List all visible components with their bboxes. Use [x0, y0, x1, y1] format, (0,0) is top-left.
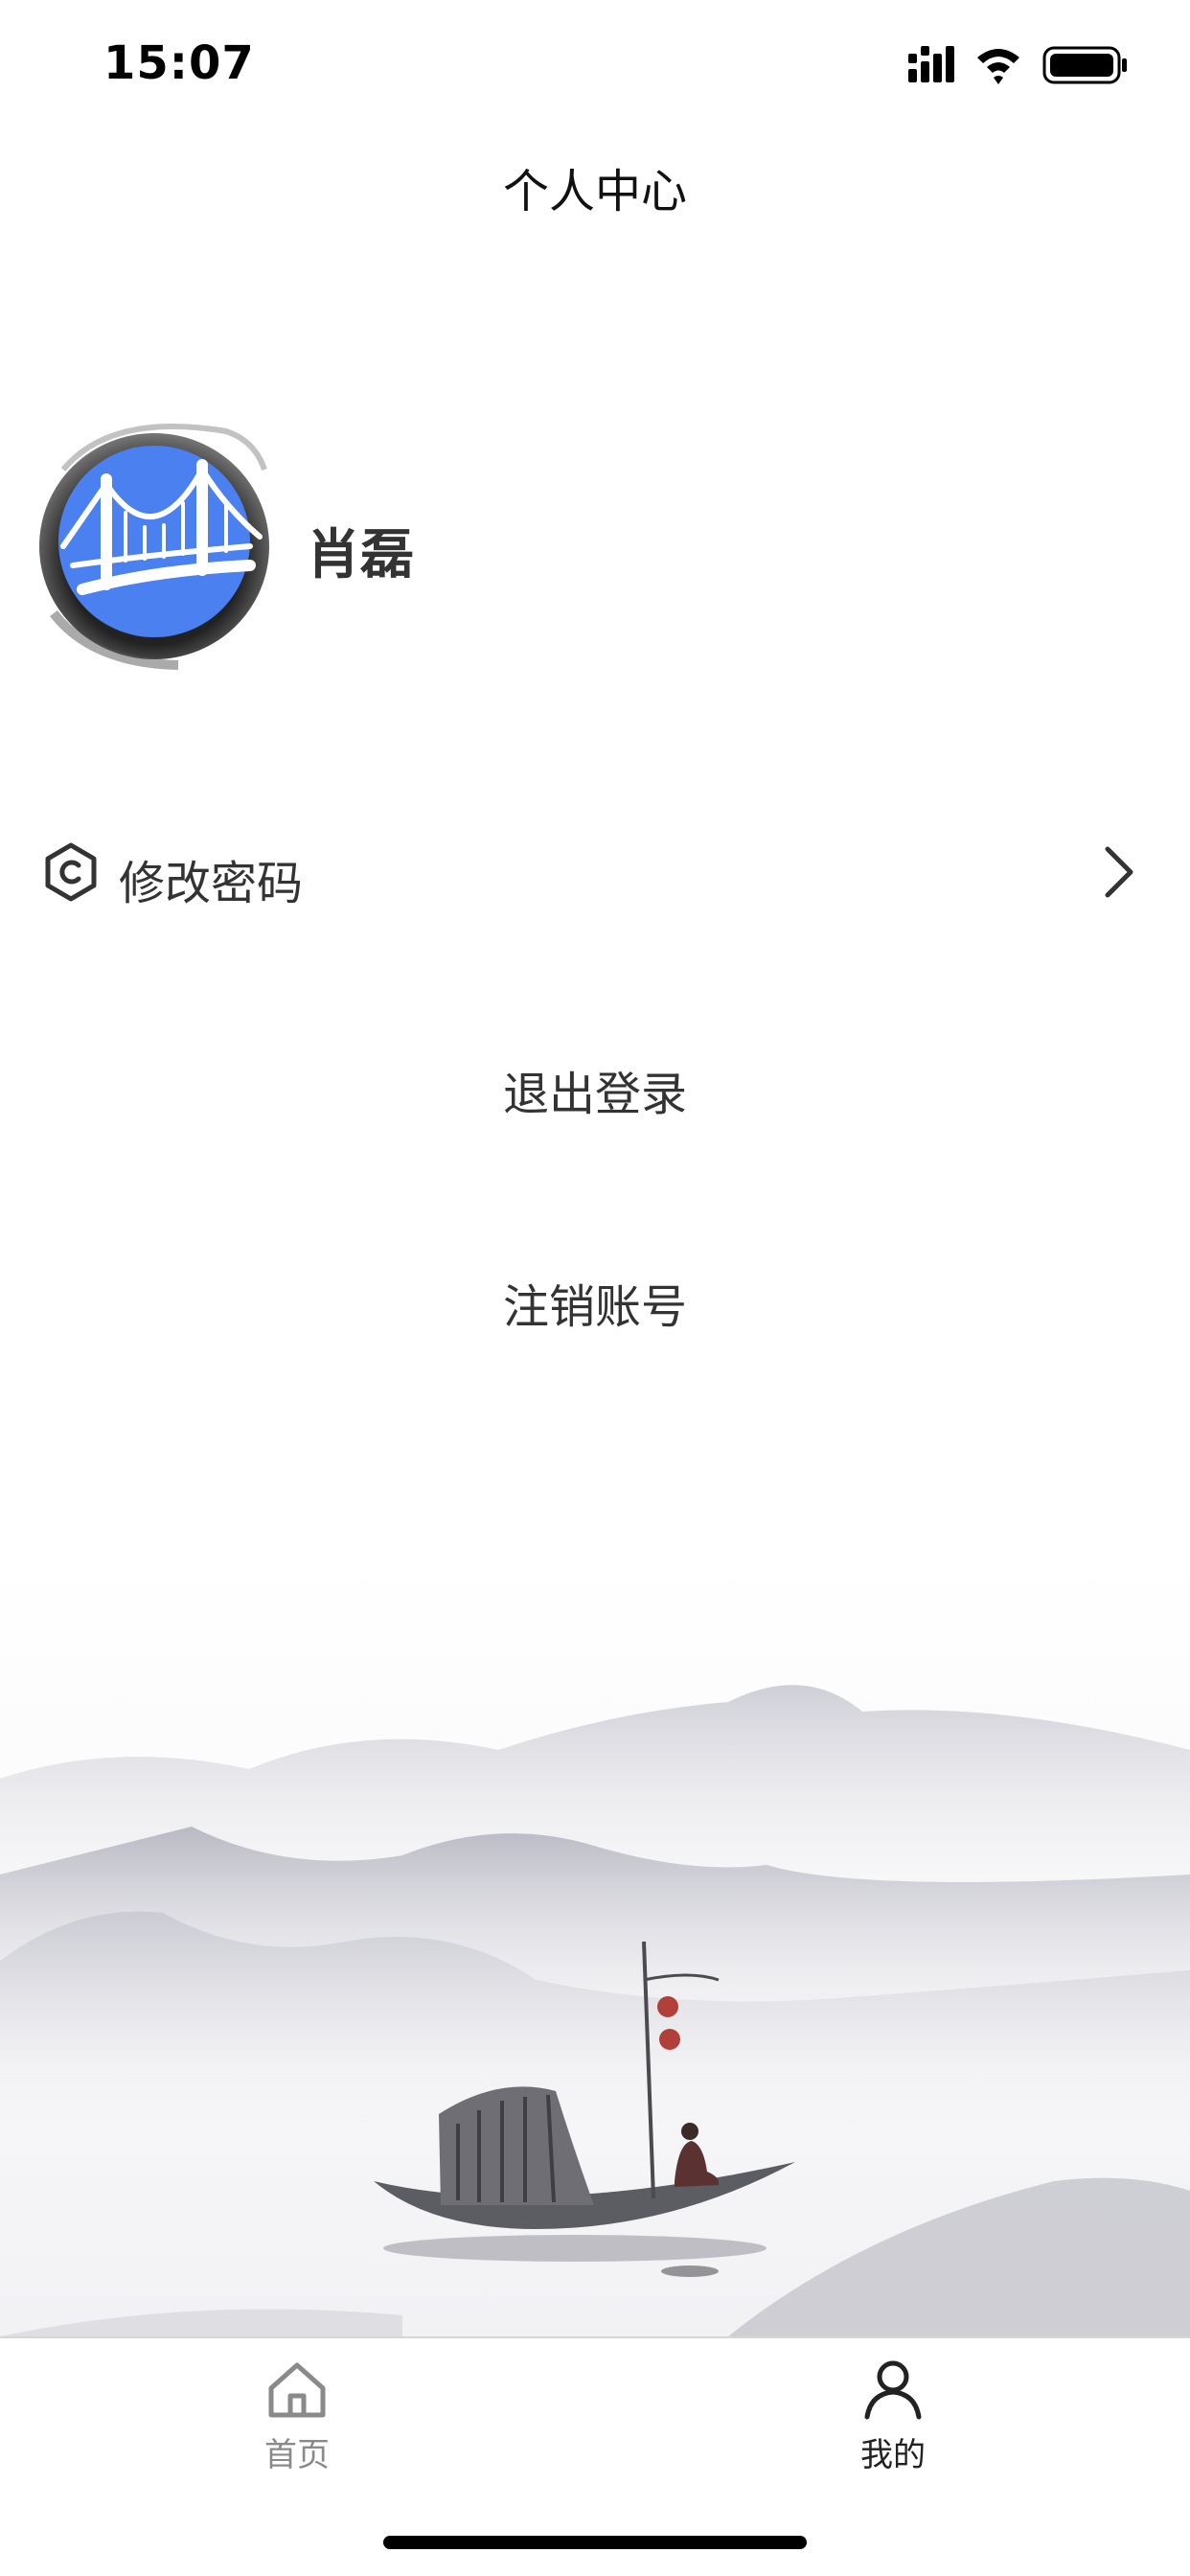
tab-home-label: 首页 — [264, 2436, 330, 2474]
home-icon — [268, 2362, 326, 2418]
tab-mine[interactable]: 我的 — [797, 2356, 989, 2480]
chevron-right-icon — [1105, 846, 1133, 898]
password-hex-icon — [45, 842, 97, 902]
tab-home[interactable]: 首页 — [201, 2356, 393, 2480]
page-title: 个人中心 — [502, 165, 687, 218]
logout-button[interactable]: 退出登录 — [0, 1056, 1190, 1123]
wifi-icon — [977, 49, 1019, 84]
change-password-item[interactable]: 修改密码 — [0, 824, 1190, 920]
ink-landscape-image — [0, 1558, 1190, 2336]
home-indicator[interactable] — [383, 2536, 807, 2549]
bridge-logo-icon — [39, 424, 269, 670]
user-icon — [864, 2360, 922, 2420]
battery-icon — [1042, 46, 1127, 84]
status-icons — [908, 46, 1127, 84]
tab-mine-label: 我的 — [860, 2436, 926, 2474]
user-name: 肖磊 — [307, 524, 414, 586]
status-bar: 15:07 — [0, 0, 1190, 125]
signal-icon — [908, 46, 954, 82]
profile-screen: 15:07 个人中心 肖磊 修改密码 退出登录 注销账号 首页 我的 — [0, 0, 1190, 2576]
change-password-label: 修改密码 — [119, 857, 304, 910]
cancel-account-button[interactable]: 注销账号 — [0, 1269, 1190, 1336]
status-time: 15:07 — [103, 36, 255, 90]
